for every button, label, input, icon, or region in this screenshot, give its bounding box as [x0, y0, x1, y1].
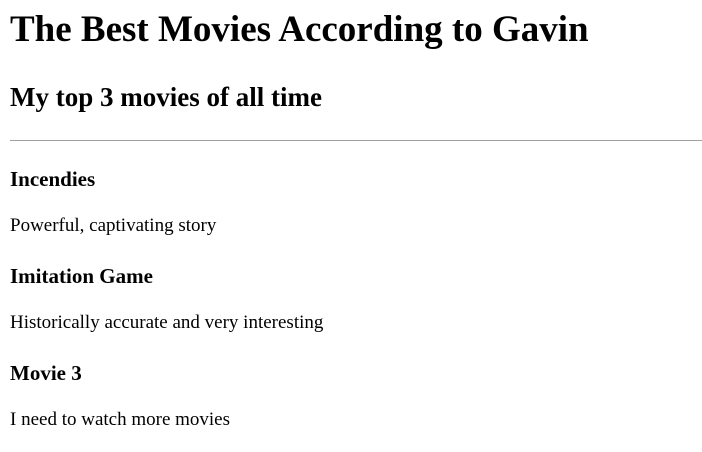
movie-title-2: Imitation Game: [10, 264, 153, 288]
page-subtitle: My top 3 movies of all time: [10, 82, 322, 112]
page-title: The Best Movies According to Gavin: [10, 9, 589, 50]
movie-title-1: Incendies: [10, 167, 96, 191]
movie-description-3: I need to watch more movies: [10, 409, 231, 430]
divider: [10, 140, 702, 141]
movie-description-1: Powerful, captivating story: [10, 215, 217, 236]
movie-description-2: Historically accurate and very interesti…: [10, 312, 324, 333]
movie-title-3: Movie 3: [10, 361, 82, 385]
